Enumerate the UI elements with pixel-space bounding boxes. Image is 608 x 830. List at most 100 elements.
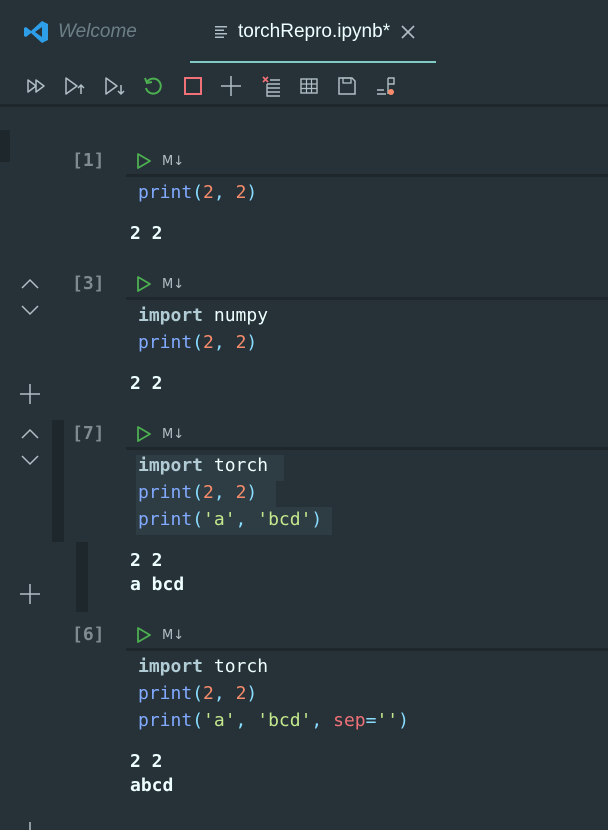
vscode-logo-icon [24, 21, 48, 43]
add-cell-icon [221, 76, 241, 96]
code-token: , [235, 509, 258, 530]
output-line: abcd [130, 775, 174, 796]
move-cell-up-button[interactable] [18, 272, 42, 296]
code-token: 'bcd' [257, 509, 312, 530]
notebook-window: Welcome torchRepro.ipynb* [1] M↓ print(2… [0, 0, 608, 830]
markdown-toggle[interactable]: M↓ [162, 628, 184, 643]
run-above-icon [65, 77, 85, 95]
run-cell-icon[interactable] [136, 275, 152, 293]
variable-explorer-icon [300, 78, 318, 94]
insert-cell-button[interactable] [18, 382, 42, 406]
code-token: ( [192, 683, 204, 704]
export-icon [377, 77, 395, 95]
code-token: 2 [203, 182, 214, 203]
code-token: = [365, 710, 377, 731]
clear-outputs-button[interactable] [258, 74, 284, 98]
code-token: ) [246, 332, 258, 353]
code-token: ( [192, 482, 204, 503]
run-cell-icon[interactable] [136, 626, 152, 644]
markdown-toggle[interactable]: M↓ [162, 427, 184, 442]
code-token: ) [311, 509, 323, 530]
code-token: 2 [235, 182, 247, 203]
code-token: 2 [203, 332, 214, 353]
run-below-button[interactable] [102, 74, 128, 98]
toolbar-divider [0, 104, 608, 107]
code-token: torch [203, 455, 269, 476]
code-token: , [235, 710, 258, 731]
code-token: 'a' [203, 710, 236, 731]
focus-marker [0, 130, 10, 162]
code-token: ) [246, 683, 258, 704]
variable-explorer-button[interactable] [296, 74, 322, 98]
document-lines-icon [215, 26, 227, 38]
run-cell-icon[interactable] [136, 152, 152, 170]
plus-icon [20, 384, 40, 404]
markdown-toggle[interactable]: M↓ [162, 277, 184, 292]
plus-icon [20, 584, 40, 604]
code-token: 'bcd' [257, 710, 312, 731]
save-icon [338, 77, 356, 95]
move-cell-up-button[interactable] [18, 422, 42, 446]
code-token: print [138, 509, 193, 530]
add-cell-button[interactable] [218, 74, 244, 98]
code-token: print [138, 482, 193, 503]
insert-cell-button[interactable] [18, 820, 42, 830]
run-cell-icon[interactable] [136, 425, 152, 443]
run-all-button[interactable] [24, 74, 50, 98]
execution-count: [1] [72, 150, 105, 171]
tab-notebook-label: torchRepro.ipynb* [238, 21, 391, 42]
code-token: numpy [203, 305, 269, 326]
code-token: 2 [203, 482, 214, 503]
code-token: ) [398, 710, 409, 731]
notebook-toolbar [0, 64, 608, 106]
output-line: 2 2 [130, 550, 163, 571]
code-token: ) [246, 482, 258, 503]
code-token: import [138, 305, 204, 326]
export-button[interactable] [374, 74, 400, 98]
interrupt-kernel-button[interactable] [180, 74, 206, 98]
chevron-down-icon [21, 455, 39, 466]
tab-welcome[interactable]: Welcome [22, 0, 190, 64]
editor-border [126, 297, 608, 300]
code-line: import torch [138, 656, 268, 678]
output-line: 2 2 [130, 223, 163, 244]
code-token: 2 [203, 683, 214, 704]
run-below-icon [105, 77, 125, 96]
code-token: import [138, 455, 204, 476]
cell-toolbar: M↓ [136, 150, 184, 172]
insert-cell-button[interactable] [18, 582, 42, 606]
code-token: torch [203, 656, 269, 677]
code-token: '' [376, 710, 399, 731]
code-token: print [138, 332, 193, 353]
run-all-icon [27, 79, 45, 93]
code-line: import torch [138, 455, 268, 477]
code-token: ) [246, 182, 258, 203]
cell-toolbar: M↓ [136, 423, 184, 445]
save-button[interactable] [334, 74, 360, 98]
run-above-button[interactable] [62, 74, 88, 98]
close-icon[interactable] [400, 24, 416, 40]
code-token: , [213, 332, 236, 353]
editor-border [126, 174, 608, 177]
markdown-toggle[interactable]: M↓ [162, 154, 184, 169]
code-token: print [138, 683, 193, 704]
move-cell-down-button[interactable] [18, 298, 42, 322]
restart-kernel-button[interactable] [140, 74, 166, 98]
output-line: a bcd [130, 574, 185, 595]
cell-toolbar: M↓ [136, 273, 184, 295]
code-token: 2 [235, 332, 247, 353]
tab-welcome-label: Welcome [58, 21, 137, 42]
move-cell-down-button[interactable] [18, 448, 42, 472]
editor-border [126, 447, 608, 450]
clear-outputs-icon [262, 76, 280, 97]
chevron-up-icon [21, 428, 39, 439]
output-line: 2 2 [130, 751, 163, 772]
code-token: ( [192, 509, 204, 530]
execution-count: [3] [72, 273, 105, 294]
code-token: ( [192, 710, 204, 731]
code-token: 2 [235, 683, 247, 704]
code-token: , [311, 710, 334, 731]
code-line: print(2, 2) [138, 182, 257, 204]
code-line: print(2, 2) [138, 332, 257, 354]
tab-notebook[interactable]: torchRepro.ipynb* [190, 0, 436, 64]
